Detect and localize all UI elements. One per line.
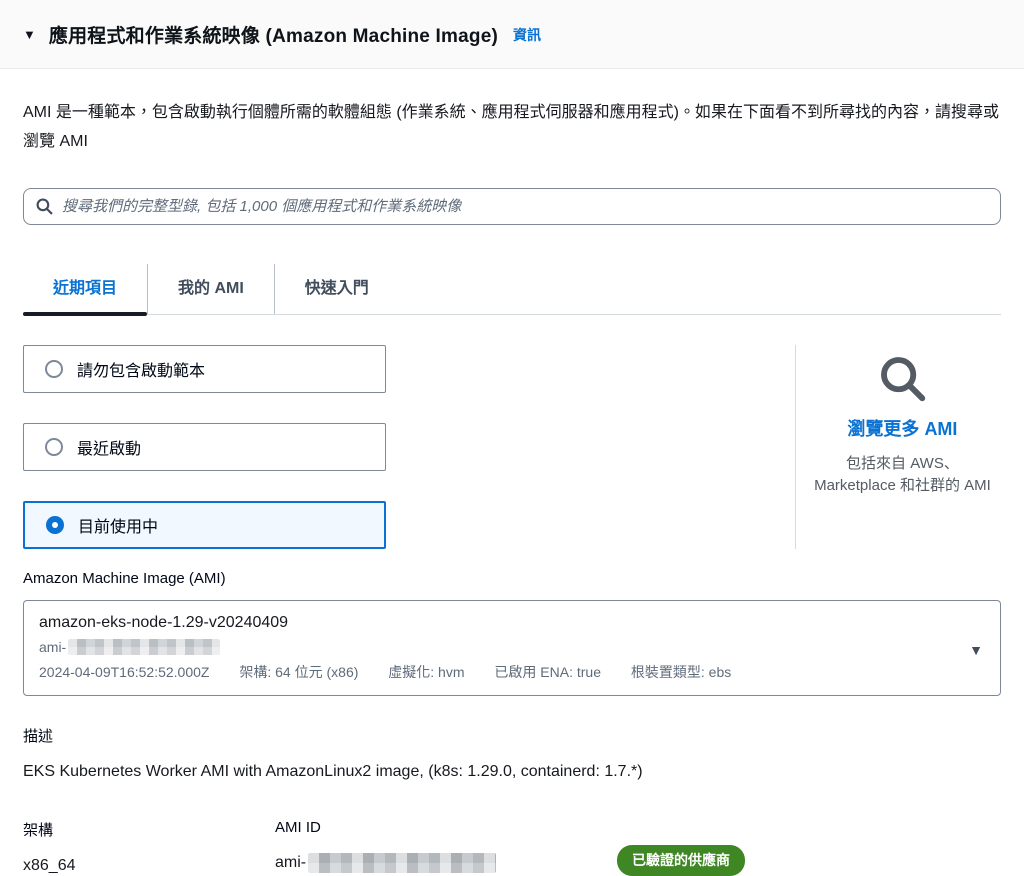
info-link[interactable]: 資訊 bbox=[513, 25, 541, 45]
ami-architecture: 架構: 64 位元 (x86) bbox=[239, 664, 359, 680]
ami-search-box[interactable] bbox=[23, 188, 1001, 225]
section-content: AMI 是一種範本，包含啟動執行個體所需的軟體組態 (作業系統、應用程式伺服器和… bbox=[0, 98, 1024, 876]
description-text: EKS Kubernetes Worker AMI with AmazonLin… bbox=[23, 763, 643, 780]
option-label: 請勿包含啟動範本 bbox=[77, 363, 206, 380]
section-title: 應用程式和作業系統映像 (Amazon Machine Image) bbox=[48, 26, 498, 47]
ami-detail-row: 架構 x86_64 AMI ID ami- 已驗證的供應商 bbox=[23, 819, 1001, 876]
filter-options: 請勿包含啟動範本 最近啟動 目前使用中 bbox=[23, 345, 769, 549]
intro-text: AMI 是一種範本，包含啟動執行個體所需的軟體組態 (作業系統、應用程式伺服器和… bbox=[23, 104, 999, 150]
option-label: 最近啟動 bbox=[77, 441, 142, 458]
ami-id-prefix: ami- bbox=[39, 639, 67, 655]
dropdown-caret-icon[interactable]: ▼ bbox=[969, 643, 983, 657]
tab-my-amis[interactable]: 我的 AMI bbox=[147, 264, 274, 314]
ami-select-label: Amazon Machine Image (AMI) bbox=[23, 570, 226, 587]
ami-id-redacted-blur bbox=[68, 639, 221, 655]
search-icon bbox=[36, 198, 53, 215]
collapse-caret-icon[interactable]: ▼ bbox=[23, 28, 36, 41]
ami-section: ▼ 應用程式和作業系統映像 (Amazon Machine Image) 資訊 … bbox=[0, 0, 1024, 876]
browse-more-ami-link[interactable]: 瀏覽更多 AMI bbox=[847, 415, 957, 441]
ami-name: amazon-eks-node-1.29-v20240409 bbox=[39, 614, 289, 631]
ami-created-timestamp: 2024-04-09T16:52:52.000Z bbox=[39, 664, 210, 680]
ami-dropdown[interactable]: amazon-eks-node-1.29-v20240409 ami- 2024… bbox=[23, 600, 1001, 696]
option-no-launch-template[interactable]: 請勿包含啟動範本 bbox=[23, 345, 386, 393]
search-icon-large bbox=[881, 357, 926, 402]
radio-unselected-icon[interactable] bbox=[45, 438, 63, 456]
architecture-value: x86_64 bbox=[23, 857, 76, 874]
ami-id-column: AMI ID ami- bbox=[275, 819, 617, 873]
option-currently-in-use[interactable]: 目前使用中 bbox=[23, 501, 386, 549]
section-header[interactable]: ▼ 應用程式和作業系統映像 (Amazon Machine Image) 資訊 bbox=[0, 0, 1024, 69]
radio-unselected-icon[interactable] bbox=[45, 360, 63, 378]
ami-virtualization: 虛擬化: hvm bbox=[388, 664, 465, 680]
architecture-column: 架構 x86_64 bbox=[23, 819, 275, 875]
verified-provider-badge: 已驗證的供應商 bbox=[617, 845, 745, 876]
ami-id-line: ami- bbox=[39, 639, 952, 655]
filter-layout: 請勿包含啟動範本 最近啟動 目前使用中 瀏覽更多 AMI 包括來自 AWS、Ma… bbox=[23, 345, 1001, 549]
browse-more-panel: 瀏覽更多 AMI 包括來自 AWS、Marketplace 和社群的 AMI bbox=[794, 345, 1001, 549]
architecture-label: 架構 bbox=[23, 822, 54, 839]
radio-selected-icon[interactable] bbox=[46, 516, 64, 534]
ami-root-device-type: 根裝置類型: ebs bbox=[630, 664, 732, 680]
browse-more-description: 包括來自 AWS、Marketplace 和社群的 AMI bbox=[814, 455, 991, 494]
tab-recents[interactable]: 近期項目 bbox=[23, 264, 148, 316]
ami-meta: 2024-04-09T16:52:52.000Z 架構: 64 位元 (x86)… bbox=[39, 662, 952, 682]
ami-id-value: ami- bbox=[275, 853, 617, 873]
ami-search-input[interactable] bbox=[62, 198, 988, 215]
ami-source-tabs: 近期項目 我的 AMI 快速入門 bbox=[23, 264, 1001, 316]
ami-id-label: AMI ID bbox=[275, 819, 321, 836]
badge-wrap: 已驗證的供應商 bbox=[617, 845, 745, 876]
description-label: 描述 bbox=[23, 728, 54, 745]
ami-id-prefix: ami- bbox=[275, 854, 307, 871]
option-recently-launched[interactable]: 最近啟動 bbox=[23, 423, 386, 471]
ami-id-redacted-blur bbox=[308, 853, 497, 873]
ami-ena-enabled: 已啟用 ENA: true bbox=[494, 664, 601, 680]
option-label: 目前使用中 bbox=[78, 519, 159, 536]
tab-quickstart[interactable]: 快速入門 bbox=[273, 264, 399, 314]
